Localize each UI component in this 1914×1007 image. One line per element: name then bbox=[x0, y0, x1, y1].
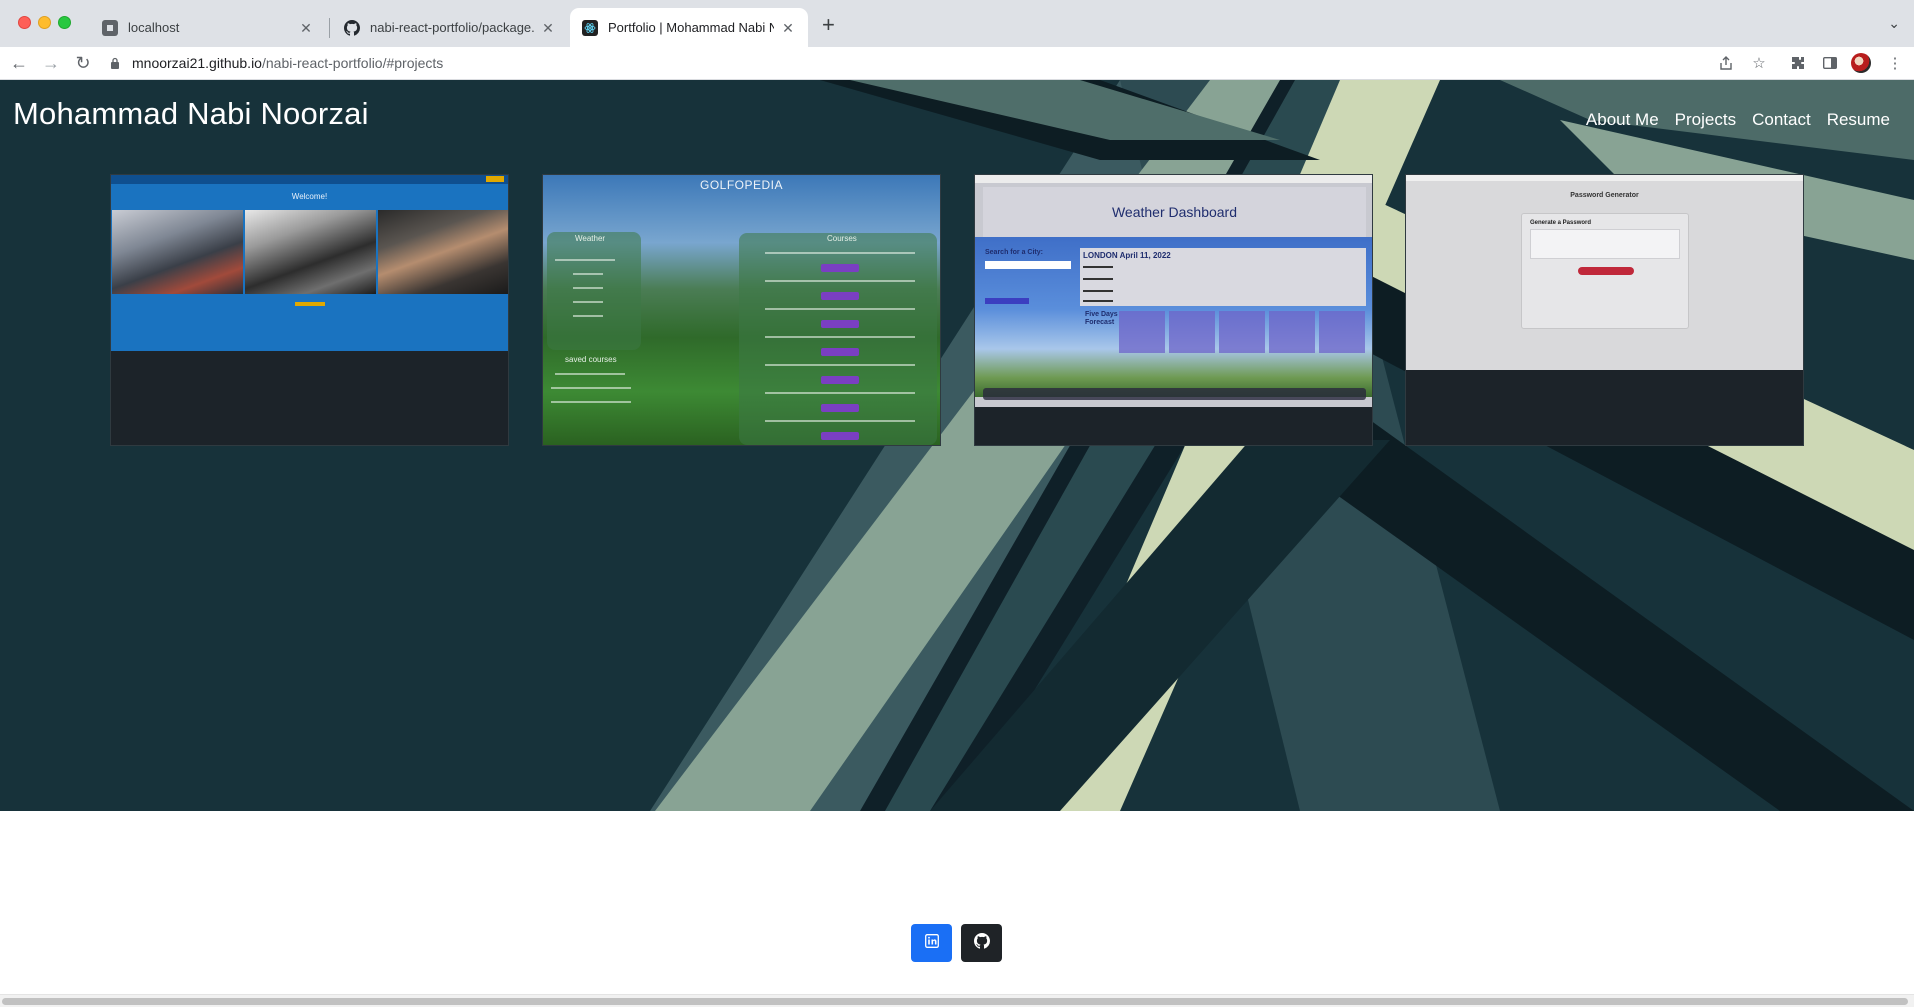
screenshot-photo-bodybuilder bbox=[378, 210, 508, 294]
screenshot-saved-label: saved courses bbox=[565, 355, 617, 364]
nav-projects[interactable]: Projects bbox=[1675, 110, 1736, 130]
project-screenshot: Welcome! bbox=[111, 175, 508, 351]
screenshot-photo-gym bbox=[245, 210, 376, 294]
extensions-icon[interactable] bbox=[1789, 54, 1807, 72]
side-panel-icon[interactable] bbox=[1821, 54, 1839, 72]
screenshot-box-heading: Generate a Password bbox=[1530, 220, 1592, 226]
screenshot-courses-label: Courses bbox=[827, 234, 857, 243]
tab-title: Portfolio | Mohammad Nabi No bbox=[608, 20, 774, 35]
address-bar[interactable]: mnoorzai21.github.io/nabi-react-portfoli… bbox=[108, 49, 1728, 77]
tab-localhost[interactable]: localhost ✕ bbox=[90, 8, 326, 47]
nav-about-me[interactable]: About Me bbox=[1586, 110, 1659, 130]
close-tab-icon[interactable]: ✕ bbox=[780, 20, 796, 36]
project-card-weather-dashboard[interactable]: Weather Dashboard Search for a City: LON… bbox=[974, 174, 1373, 446]
kebab-menu-icon[interactable]: ⋮ bbox=[1886, 54, 1904, 72]
screenshot-today-label: LONDON April 11, 2022 bbox=[1083, 251, 1171, 260]
screenshot-search-label: Search for a City: bbox=[985, 249, 1043, 256]
globe-icon bbox=[102, 19, 118, 36]
react-icon bbox=[582, 19, 598, 36]
screenshot-forecast-label: Five Days Forecast bbox=[1085, 311, 1118, 326]
share-icon[interactable] bbox=[1717, 54, 1735, 72]
screenshot-title: Password Generator bbox=[1570, 192, 1639, 199]
browser-toolbar: ← → ↻ mnoorzai21.github.io/nabi-react-po… bbox=[0, 47, 1914, 80]
project-screenshot: Password Generator Generate a Password bbox=[1406, 175, 1803, 370]
project-card-fitness[interactable]: Welcome! bbox=[110, 174, 509, 446]
url-host: mnoorzai21.github.io bbox=[132, 55, 262, 71]
tab-package-json[interactable]: nabi-react-portfolio/package.js ✕ bbox=[332, 8, 568, 47]
screenshot-title: Weather Dashboard bbox=[983, 187, 1366, 237]
github-icon bbox=[973, 932, 990, 954]
nav-contact[interactable]: Contact bbox=[1752, 110, 1811, 130]
browser-chrome: localhost ✕ nabi-react-portfolio/package… bbox=[0, 0, 1914, 80]
tab-search-chevron-icon[interactable]: ⌄ bbox=[1888, 15, 1900, 32]
maximize-window-button[interactable] bbox=[58, 16, 71, 29]
footer-social-links bbox=[911, 924, 1002, 962]
project-card-password-generator[interactable]: Password Generator Generate a Password bbox=[1405, 174, 1804, 446]
project-screenshot: GOLFOPEDIA Weather saved courses Courses bbox=[543, 175, 940, 445]
linkedin-icon bbox=[924, 933, 939, 953]
horizontal-scrollbar[interactable] bbox=[0, 994, 1914, 1007]
url-path: /nabi-react-portfolio/#projects bbox=[261, 55, 444, 71]
github-button[interactable] bbox=[961, 924, 1002, 962]
project-card-golfopedia[interactable]: GOLFOPEDIA Weather saved courses Courses bbox=[542, 174, 941, 446]
github-icon bbox=[344, 19, 360, 36]
screenshot-photo-running bbox=[112, 210, 243, 294]
tab-separator bbox=[329, 18, 330, 38]
profile-avatar[interactable] bbox=[1851, 53, 1871, 73]
screenshot-welcome-text: Welcome! bbox=[291, 192, 328, 201]
nav-resume[interactable]: Resume bbox=[1827, 110, 1890, 130]
screenshot-weather-label: Weather bbox=[575, 234, 606, 243]
close-tab-icon[interactable]: ✕ bbox=[540, 20, 556, 36]
new-tab-icon[interactable]: + bbox=[822, 14, 835, 36]
close-window-button[interactable] bbox=[18, 16, 31, 29]
tab-title: localhost bbox=[128, 20, 180, 35]
bookmark-star-icon[interactable]: ☆ bbox=[1750, 54, 1768, 72]
reload-icon[interactable]: ↻ bbox=[72, 52, 94, 74]
hero-section: Mohammad Nabi Noorzai About Me Projects … bbox=[0, 80, 1914, 811]
forward-arrow-icon[interactable]: → bbox=[40, 52, 62, 74]
screenshot-title: GOLFOPEDIA bbox=[699, 178, 784, 192]
site-title[interactable]: Mohammad Nabi Noorzai bbox=[13, 96, 369, 132]
close-tab-icon[interactable]: ✕ bbox=[298, 20, 314, 36]
page-viewport: Mohammad Nabi Noorzai About Me Projects … bbox=[0, 80, 1914, 1007]
site-nav: About Me Projects Contact Resume bbox=[1586, 110, 1890, 130]
minimize-window-button[interactable] bbox=[38, 16, 51, 29]
linkedin-button[interactable] bbox=[911, 924, 952, 962]
scrollbar-thumb[interactable] bbox=[2, 998, 1908, 1005]
project-screenshot: Weather Dashboard Search for a City: LON… bbox=[975, 175, 1372, 407]
lock-icon bbox=[108, 57, 122, 69]
back-arrow-icon[interactable]: ← bbox=[8, 52, 30, 74]
tab-portfolio[interactable]: Portfolio | Mohammad Nabi No ✕ bbox=[570, 8, 808, 47]
tab-title: nabi-react-portfolio/package.js bbox=[370, 20, 534, 35]
tab-strip: localhost ✕ nabi-react-portfolio/package… bbox=[0, 0, 1914, 47]
